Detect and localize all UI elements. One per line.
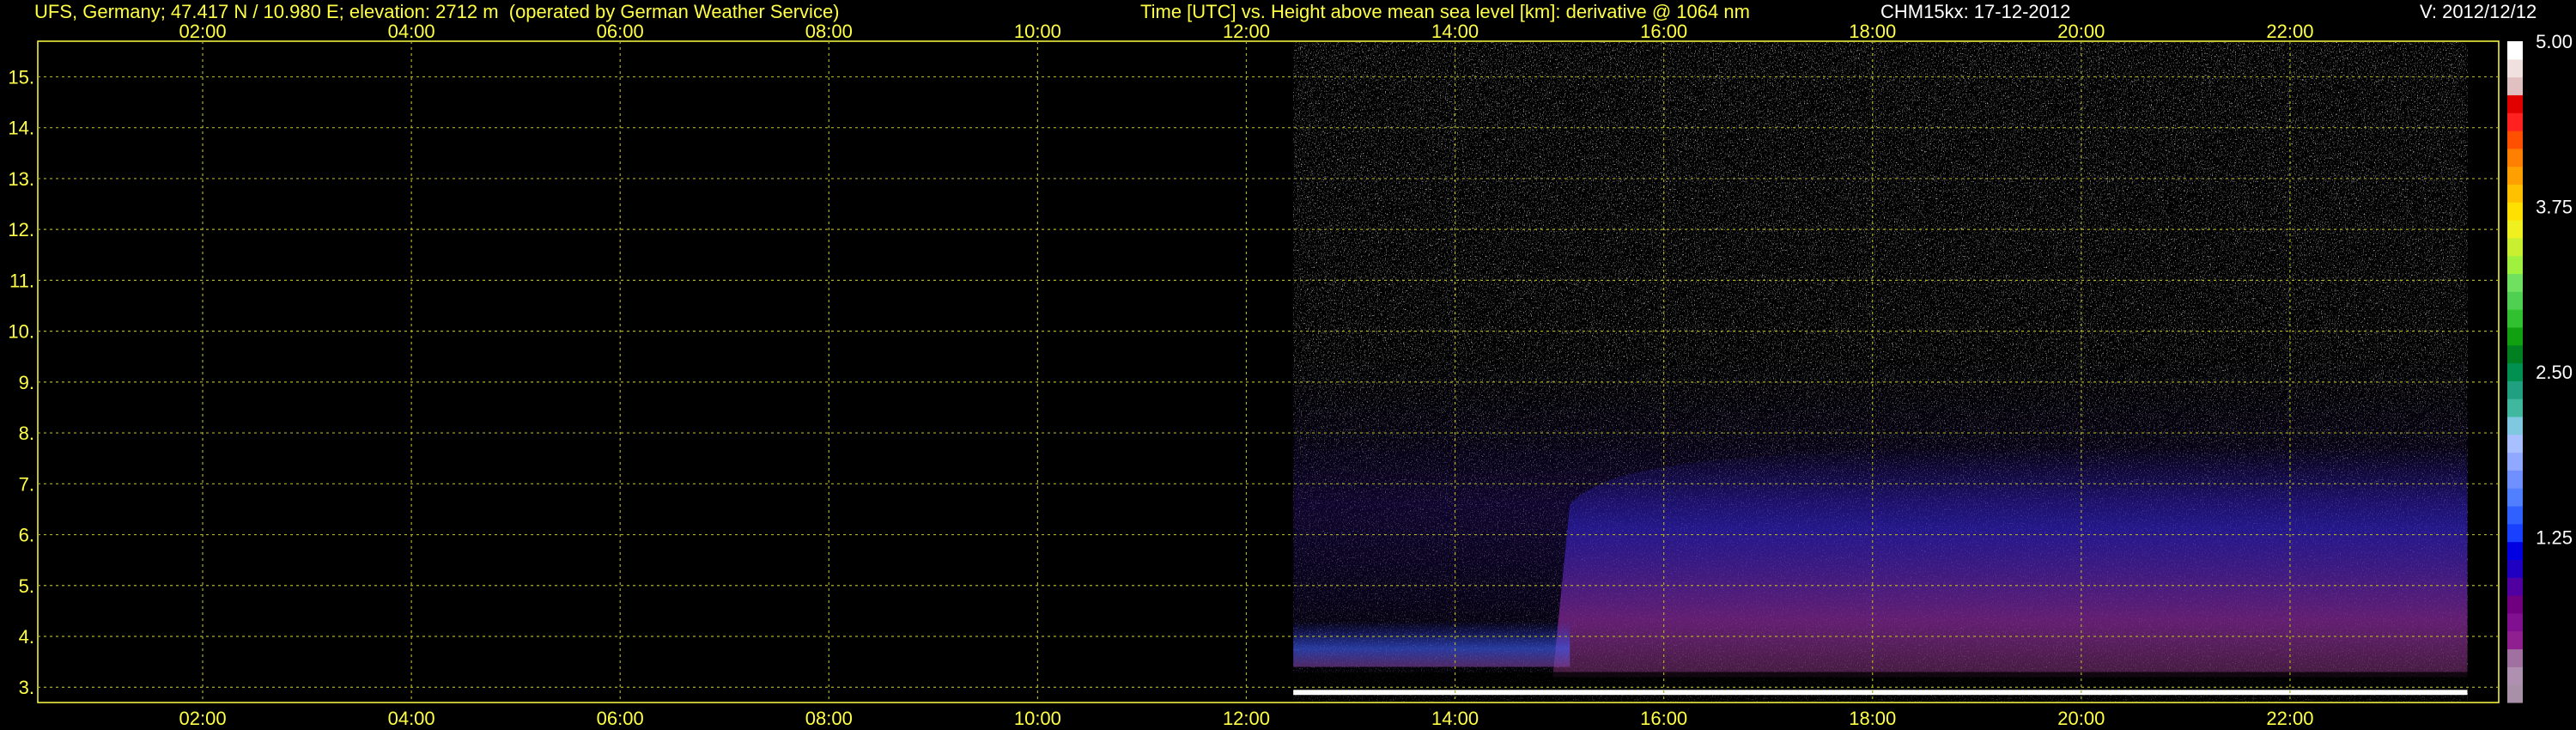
y-tick-label: 5. bbox=[19, 575, 34, 597]
colorbar-segment bbox=[2507, 470, 2523, 489]
x-tick-label-bottom: 06:00 bbox=[597, 708, 644, 729]
colorbar-segment bbox=[2507, 184, 2523, 203]
colorbar-segment bbox=[2507, 434, 2523, 453]
colorbar-segment bbox=[2507, 273, 2523, 292]
colorbar-segment bbox=[2507, 220, 2523, 239]
y-tick-label: 10. bbox=[8, 321, 34, 343]
x-tick-label-bottom: 10:00 bbox=[1014, 708, 1061, 729]
y-tick-label: 13. bbox=[8, 168, 34, 190]
colorbar-segment bbox=[2507, 684, 2523, 703]
colorbar-segment bbox=[2507, 237, 2523, 257]
x-axis-bottom: 02:00 04:00 06:00 08:00 10:00 12:00 14:00 16:00… bbox=[179, 708, 2314, 729]
colorbar-segment bbox=[2507, 523, 2523, 543]
colorbar-segment bbox=[2507, 541, 2523, 561]
y-tick-label: 9. bbox=[19, 372, 34, 393]
y-tick-label: 12. bbox=[8, 219, 34, 240]
x-tick-label-top: 12:00 bbox=[1223, 21, 1270, 42]
colorbar-segment bbox=[2507, 94, 2523, 113]
x-tick-label-bottom: 02:00 bbox=[179, 708, 227, 729]
colorbar-segment bbox=[2507, 380, 2523, 399]
x-tick-label-top: 20:00 bbox=[2057, 21, 2105, 42]
x-tick-label-top: 02:00 bbox=[179, 21, 227, 42]
colorbar-segment bbox=[2507, 166, 2523, 185]
x-tick-label-top: 04:00 bbox=[388, 21, 435, 42]
colorbar-segment bbox=[2507, 148, 2523, 167]
y-tick-label: 11. bbox=[9, 270, 34, 291]
y-tick-label: 4. bbox=[19, 626, 34, 648]
colorbar-segment bbox=[2507, 202, 2523, 221]
x-tick-label-top: 06:00 bbox=[597, 21, 644, 42]
aerosol-layer bbox=[1552, 447, 2468, 678]
x-tick-label-top: 08:00 bbox=[805, 21, 853, 42]
x-tick-label-top: 16:00 bbox=[1640, 21, 1687, 42]
colorbar-segment bbox=[2507, 559, 2523, 578]
colorbar-segment bbox=[2507, 344, 2523, 364]
y-tick-label: 3. bbox=[19, 677, 34, 698]
colorbar-segment bbox=[2507, 41, 2523, 60]
x-tick-label-bottom: 16:00 bbox=[1640, 708, 1687, 729]
colorbar-segment bbox=[2507, 630, 2523, 650]
y-axis: 3. 4. 5. 6. 7. 8. 9. 10. 11. 12. 13. 14. 15. bbox=[8, 66, 34, 698]
x-tick-label-top: 14:00 bbox=[1431, 21, 1479, 42]
colorbar-segment bbox=[2507, 398, 2523, 417]
y-tick-label: 8. bbox=[19, 423, 34, 444]
colorbar-segment bbox=[2507, 255, 2523, 275]
y-tick-label: 14. bbox=[8, 118, 34, 139]
x-tick-label-bottom: 18:00 bbox=[1849, 708, 1896, 729]
colorbar-segment bbox=[2507, 506, 2523, 525]
low-layer-early bbox=[1293, 621, 1571, 667]
colorbar-segment bbox=[2507, 113, 2523, 131]
y-tick-label: 7. bbox=[19, 473, 34, 495]
colorbar-segment bbox=[2507, 362, 2523, 381]
ceilometer-chart: 02:00 04:00 06:00 08:00 10:00 12:00 14:00 16:00… bbox=[8, 21, 2573, 729]
surface-return bbox=[1293, 690, 2468, 696]
colorbar-segment bbox=[2507, 612, 2523, 632]
x-tick-label-top: 18:00 bbox=[1849, 21, 1896, 42]
x-tick-label-bottom: 04:00 bbox=[388, 708, 435, 729]
colorbar-segment bbox=[2507, 131, 2523, 149]
colorbar-tick-label: 5.00 bbox=[2536, 31, 2573, 52]
colorbar-segment bbox=[2507, 58, 2523, 78]
x-tick-label-bottom: 14:00 bbox=[1431, 708, 1479, 729]
colorbar-tick-label: 2.50 bbox=[2536, 362, 2573, 383]
colorbar-segment bbox=[2507, 577, 2523, 596]
x-tick-label-bottom: 08:00 bbox=[805, 708, 853, 729]
x-tick-label-top: 22:00 bbox=[2266, 21, 2313, 42]
y-tick-label: 6. bbox=[19, 525, 34, 546]
x-tick-label-bottom: 12:00 bbox=[1223, 708, 1270, 729]
colorbar-segment bbox=[2507, 417, 2523, 435]
colorbar-segment bbox=[2507, 452, 2523, 471]
colorbar-segment bbox=[2507, 309, 2523, 328]
colorbar-segment bbox=[2507, 326, 2523, 346]
backscatter-field bbox=[1293, 42, 2468, 702]
x-axis-top: 02:00 04:00 06:00 08:00 10:00 12:00 14:00 16:00… bbox=[179, 21, 2314, 42]
colorbar: 5.00 3.75 2.50 1.25 bbox=[2507, 31, 2573, 703]
colorbar-segment bbox=[2507, 488, 2523, 507]
y-tick-label: 15. bbox=[8, 66, 34, 88]
x-tick-label-top: 10:00 bbox=[1014, 21, 1061, 42]
colorbar-segment bbox=[2507, 666, 2523, 685]
x-tick-label-bottom: 20:00 bbox=[2057, 708, 2105, 729]
colorbar-segment bbox=[2507, 76, 2523, 95]
colorbar-tick-label: 1.25 bbox=[2536, 527, 2573, 549]
colorbar-segment bbox=[2507, 291, 2523, 310]
colorbar-segment bbox=[2507, 648, 2523, 667]
colorbar-segment bbox=[2507, 595, 2523, 614]
x-tick-label-bottom: 22:00 bbox=[2266, 708, 2313, 729]
colorbar-tick-label: 3.75 bbox=[2536, 197, 2573, 218]
